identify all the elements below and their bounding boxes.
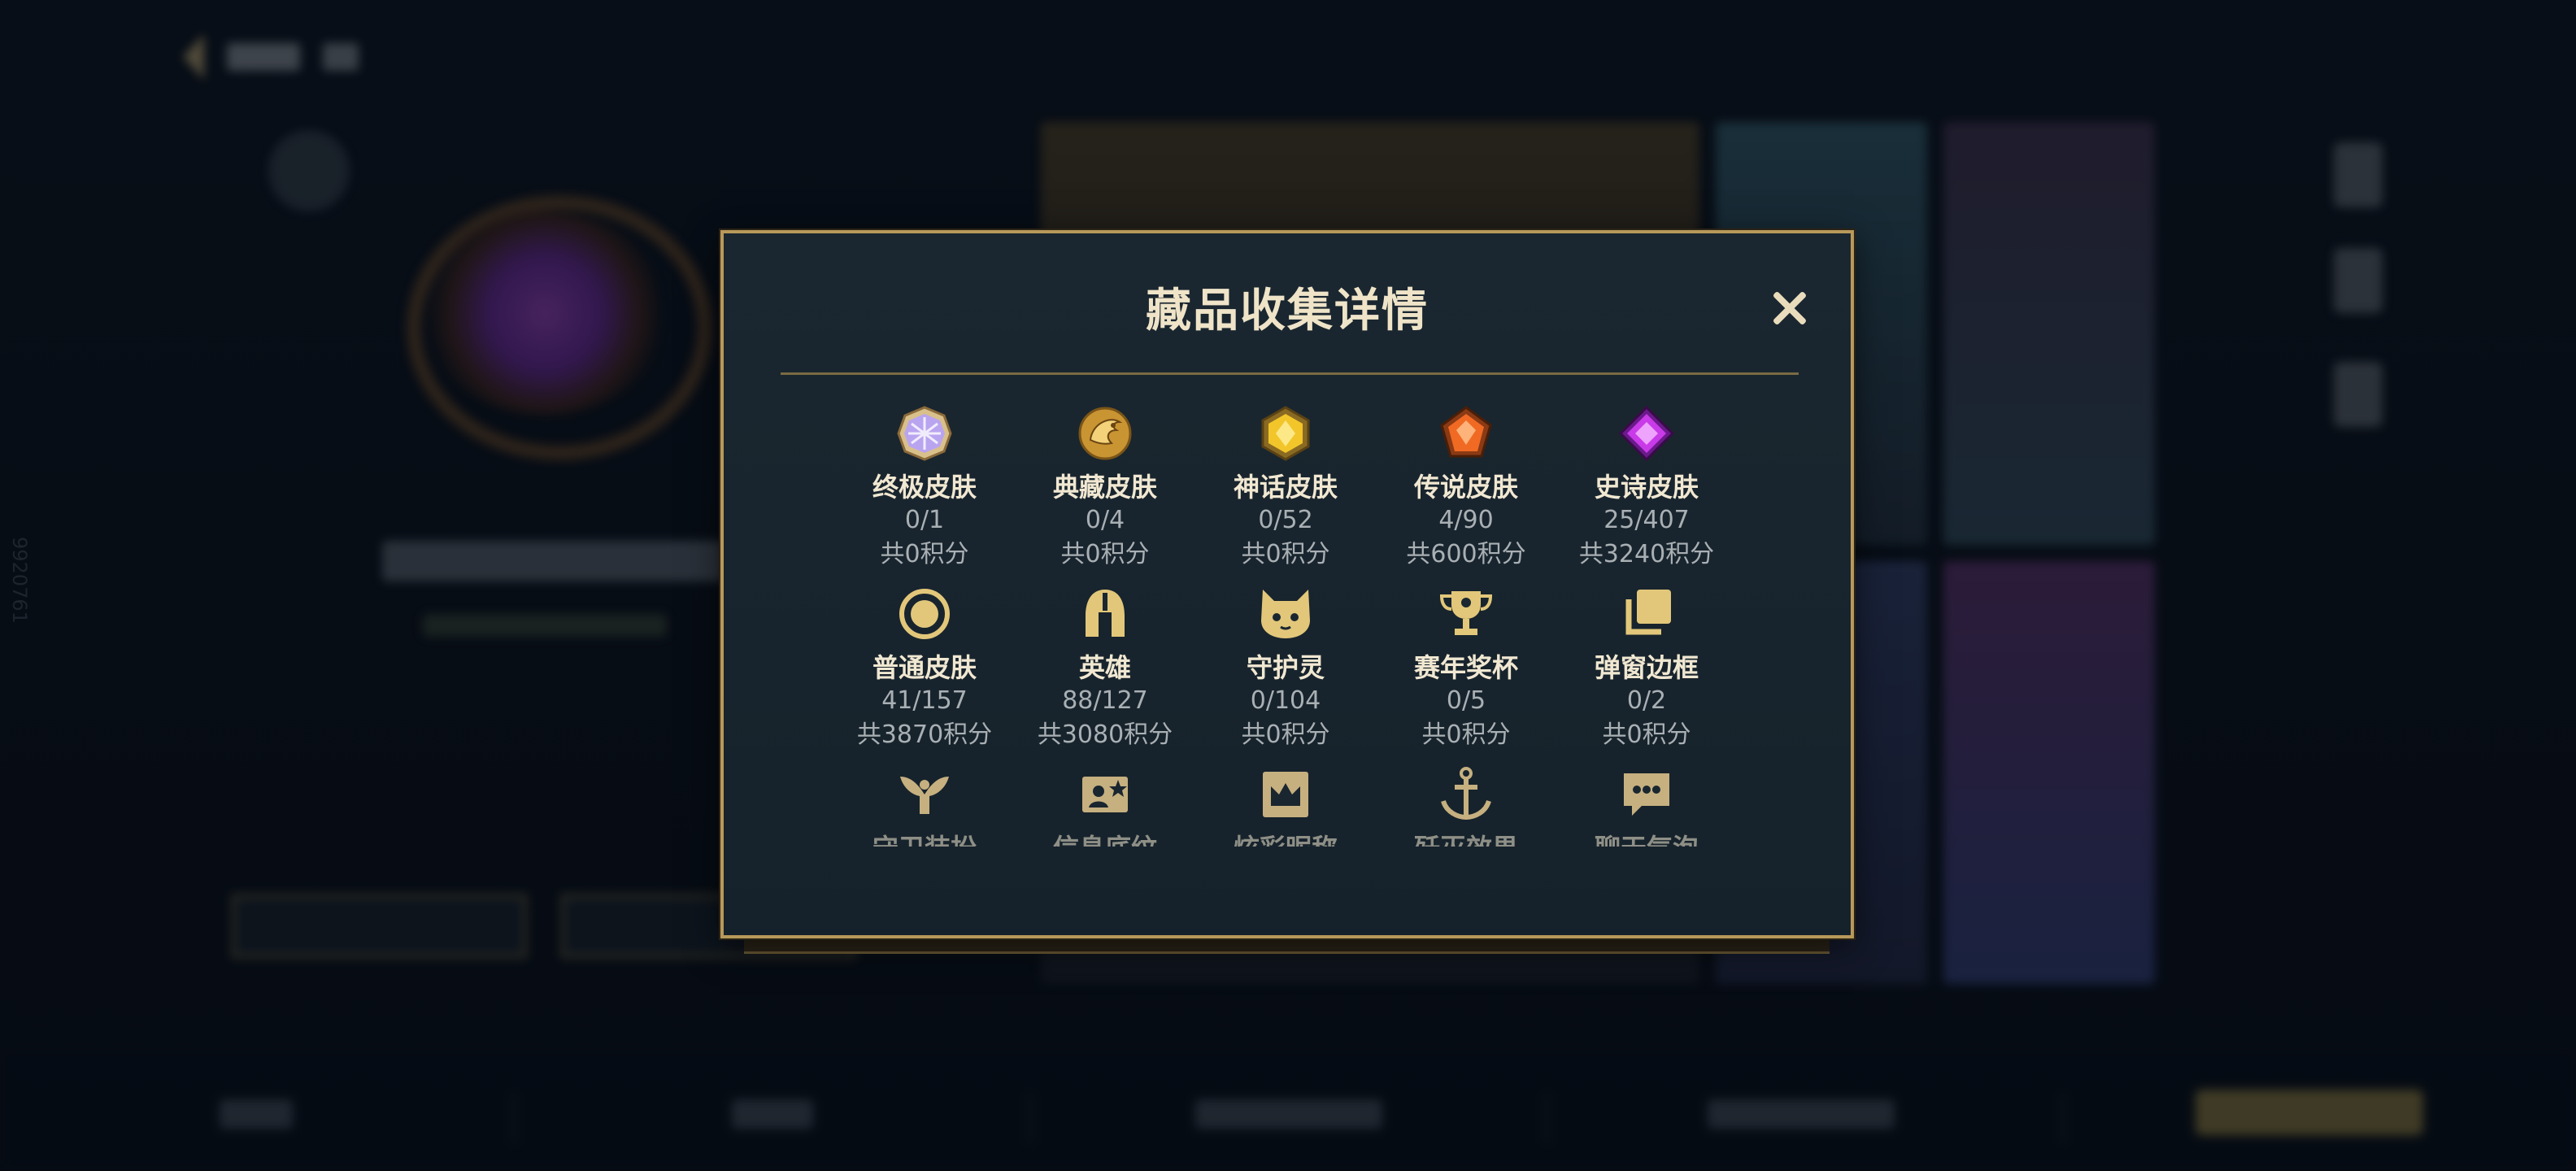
category-points: 共0积分 bbox=[1241, 540, 1330, 568]
category-points: 共0积分 bbox=[1602, 720, 1691, 749]
category-label: 炫彩昵称 bbox=[1192, 832, 1379, 847]
category-label: 典藏皮肤 bbox=[1052, 472, 1157, 503]
category-label: 神话皮肤 bbox=[1233, 472, 1338, 503]
normal-circle-icon bbox=[899, 589, 950, 639]
category-count: 25/407 bbox=[1603, 506, 1690, 534]
category-ultimate-skins[interactable]: 终极皮肤 0/1 共0积分 bbox=[831, 404, 1018, 572]
mythic-gem-icon bbox=[1261, 406, 1310, 461]
category-points: 共0积分 bbox=[1421, 720, 1511, 749]
category-kill-effects[interactable]: 歼灭效果 bbox=[1373, 765, 1560, 847]
category-label: 弹窗边框 bbox=[1594, 652, 1699, 683]
category-heroes[interactable]: 英雄 88/127 共3080积分 bbox=[1012, 585, 1199, 752]
ward-icon bbox=[900, 777, 949, 814]
category-label: 英雄 bbox=[1078, 652, 1131, 683]
category-chat-bubbles[interactable]: 聊天气泡 bbox=[1553, 765, 1740, 847]
title-divider bbox=[781, 372, 1799, 375]
frames-icon bbox=[1625, 590, 1671, 635]
category-normal-skins[interactable]: 普通皮肤 41/157 共3870积分 bbox=[831, 585, 1018, 752]
category-legendary-collection-skins[interactable]: 典藏皮肤 0/4 共0积分 bbox=[1012, 404, 1199, 572]
category-count: 41/157 bbox=[881, 686, 968, 715]
grid-row: 普通皮肤 41/157 共3870积分 英雄 88/127 共3080积分 守护… bbox=[781, 585, 1799, 764]
category-mythic-skins[interactable]: 神话皮肤 0/52 共0积分 bbox=[1192, 404, 1379, 572]
category-ward-skins[interactable]: 守卫装扮 bbox=[831, 765, 1018, 847]
category-points: 共3080积分 bbox=[1037, 720, 1173, 749]
category-label: 普通皮肤 bbox=[872, 652, 977, 683]
category-points: 共0积分 bbox=[1060, 540, 1150, 568]
grid-row: 终极皮肤 0/1 共0积分 典藏皮肤 0/4 共0积分 神话皮肤 0/52 共0… bbox=[781, 404, 1799, 583]
category-guardian-spirits[interactable]: 守护灵 0/104 共0积分 bbox=[1192, 585, 1379, 752]
category-count: 0/104 bbox=[1250, 686, 1321, 715]
category-label: 史诗皮肤 bbox=[1594, 472, 1699, 503]
helmet-icon bbox=[1086, 590, 1125, 637]
pet-cat-icon bbox=[1261, 590, 1310, 638]
ultimate-gem-icon bbox=[897, 406, 952, 461]
grid-row: 守卫装扮 信息底纹 炫彩昵称 bbox=[781, 765, 1799, 847]
category-label: 传说皮肤 bbox=[1413, 472, 1518, 503]
category-count: 88/127 bbox=[1062, 686, 1148, 715]
category-color-nicknames[interactable]: 炫彩昵称 bbox=[1192, 765, 1379, 847]
category-season-trophies[interactable]: 赛年奖杯 0/5 共0积分 bbox=[1373, 585, 1560, 752]
category-legend-skins[interactable]: 传说皮肤 4/90 共600积分 bbox=[1373, 404, 1560, 572]
category-count: 0/2 bbox=[1626, 686, 1667, 715]
chat-bubble-icon bbox=[1624, 773, 1669, 816]
category-label: 终极皮肤 bbox=[872, 472, 977, 503]
modal-base bbox=[744, 938, 1830, 954]
category-count: 0/52 bbox=[1258, 506, 1313, 534]
category-count: 0/1 bbox=[904, 506, 945, 534]
category-count: 0/4 bbox=[1085, 506, 1125, 534]
category-count: 4/90 bbox=[1438, 506, 1494, 534]
anchor-icon bbox=[1441, 767, 1491, 821]
category-points: 共3870积分 bbox=[856, 720, 993, 749]
legendary-dragon-icon bbox=[1078, 407, 1132, 460]
collection-details-modal: 藏品收集详情 终极皮肤 0/1 共0积分 典藏皮肤 0/4 共0积分 神话皮肤 … bbox=[720, 230, 1854, 938]
category-points: 共600积分 bbox=[1406, 540, 1526, 568]
category-points: 共0积分 bbox=[1241, 720, 1330, 749]
trophy-icon bbox=[1439, 591, 1493, 635]
crown-nameplate-icon bbox=[1263, 772, 1308, 817]
category-popup-frames[interactable]: 弹窗边框 0/2 共0积分 bbox=[1553, 585, 1740, 752]
category-label: 守卫装扮 bbox=[831, 832, 1018, 847]
close-icon[interactable] bbox=[1764, 284, 1813, 333]
category-count: 0/5 bbox=[1446, 686, 1486, 715]
category-label: 赛年奖杯 bbox=[1413, 652, 1518, 683]
category-label: 聊天气泡 bbox=[1553, 832, 1740, 847]
modal-title: 藏品收集详情 bbox=[1146, 285, 1429, 337]
category-label: 守护灵 bbox=[1246, 652, 1325, 683]
category-label: 歼灭效果 bbox=[1373, 832, 1560, 847]
category-label: 信息底纹 bbox=[1012, 832, 1199, 847]
legend-gem-icon bbox=[1440, 406, 1492, 458]
category-points: 共0积分 bbox=[880, 540, 969, 568]
category-profile-banners[interactable]: 信息底纹 bbox=[1012, 765, 1199, 847]
category-points: 共3240积分 bbox=[1578, 540, 1715, 568]
profile-card-icon bbox=[1082, 777, 1128, 812]
epic-gem-icon bbox=[1618, 405, 1675, 462]
category-epic-skins[interactable]: 史诗皮肤 25/407 共3240积分 bbox=[1553, 404, 1740, 572]
